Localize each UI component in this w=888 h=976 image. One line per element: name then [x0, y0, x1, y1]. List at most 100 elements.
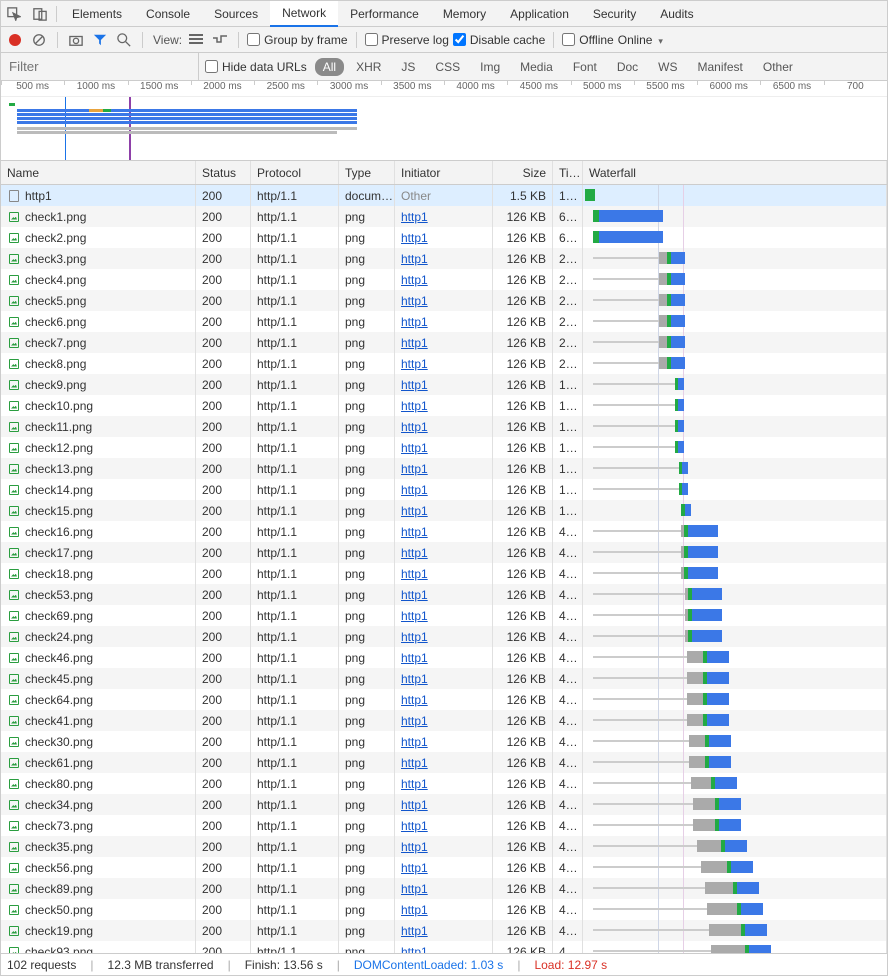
col-protocol[interactable]: Protocol: [251, 161, 339, 184]
table-row[interactable]: check7.png200http/1.1pnghttp1126 KB2…: [1, 332, 887, 353]
initiator[interactable]: http1: [401, 504, 428, 518]
initiator[interactable]: http1: [401, 735, 428, 749]
table-row[interactable]: check2.png200http/1.1pnghttp1126 KB6…: [1, 227, 887, 248]
col-time[interactable]: Ti…: [553, 161, 583, 184]
tab-memory[interactable]: Memory: [431, 1, 498, 27]
table-row[interactable]: check1.png200http/1.1pnghttp1126 KB6…: [1, 206, 887, 227]
initiator[interactable]: http1: [401, 483, 428, 497]
table-row[interactable]: check34.png200http/1.1pnghttp1126 KB4…: [1, 794, 887, 815]
table-row[interactable]: check15.png200http/1.1pnghttp1126 KB1…: [1, 500, 887, 521]
throttling-dropdown[interactable]: Online: [618, 33, 663, 47]
initiator[interactable]: http1: [401, 399, 428, 413]
timeline-overview[interactable]: 500 ms1000 ms1500 ms2000 ms2500 ms3000 m…: [1, 81, 887, 161]
initiator[interactable]: http1: [401, 651, 428, 665]
col-type[interactable]: Type: [339, 161, 395, 184]
group-by-frame-checkbox[interactable]: Group by frame: [247, 33, 347, 47]
table-row[interactable]: check8.png200http/1.1pnghttp1126 KB2…: [1, 353, 887, 374]
preserve-log-checkbox[interactable]: Preserve log: [365, 33, 449, 47]
table-row[interactable]: check10.png200http/1.1pnghttp1126 KB1…: [1, 395, 887, 416]
initiator[interactable]: http1: [401, 840, 428, 854]
table-row[interactable]: check24.png200http/1.1pnghttp1126 KB4…: [1, 626, 887, 647]
table-row[interactable]: check30.png200http/1.1pnghttp1126 KB4…: [1, 731, 887, 752]
tab-network[interactable]: Network: [270, 1, 338, 27]
initiator[interactable]: http1: [401, 294, 428, 308]
initiator[interactable]: http1: [401, 861, 428, 875]
table-row[interactable]: check53.png200http/1.1pnghttp1126 KB4…: [1, 584, 887, 605]
table-row[interactable]: check41.png200http/1.1pnghttp1126 KB4…: [1, 710, 887, 731]
initiator[interactable]: http1: [401, 714, 428, 728]
initiator[interactable]: http1: [401, 315, 428, 329]
tab-application[interactable]: Application: [498, 1, 581, 27]
filter-type-font[interactable]: Font: [565, 58, 605, 76]
tab-sources[interactable]: Sources: [202, 1, 270, 27]
initiator[interactable]: http1: [401, 903, 428, 917]
tab-audits[interactable]: Audits: [648, 1, 705, 27]
filter-type-ws[interactable]: WS: [650, 58, 685, 76]
table-row[interactable]: check93.png200http/1.1pnghttp1126 KB4…: [1, 941, 887, 953]
initiator[interactable]: http1: [401, 693, 428, 707]
tab-security[interactable]: Security: [581, 1, 648, 27]
table-row[interactable]: check12.png200http/1.1pnghttp1126 KB1…: [1, 437, 887, 458]
tab-elements[interactable]: Elements: [60, 1, 134, 27]
filter-input[interactable]: [1, 53, 199, 80]
table-row[interactable]: check46.png200http/1.1pnghttp1126 KB4…: [1, 647, 887, 668]
initiator[interactable]: http1: [401, 672, 428, 686]
initiator[interactable]: http1: [401, 336, 428, 350]
table-row[interactable]: check35.png200http/1.1pnghttp1126 KB4…: [1, 836, 887, 857]
filter-type-css[interactable]: CSS: [427, 58, 468, 76]
initiator[interactable]: http1: [401, 798, 428, 812]
table-row[interactable]: check73.png200http/1.1pnghttp1126 KB4…: [1, 815, 887, 836]
filter-type-manifest[interactable]: Manifest: [690, 58, 751, 76]
initiator[interactable]: http1: [401, 882, 428, 896]
initiator[interactable]: http1: [401, 273, 428, 287]
initiator[interactable]: http1: [401, 525, 428, 539]
initiator[interactable]: http1: [401, 441, 428, 455]
table-row[interactable]: check19.png200http/1.1pnghttp1126 KB4…: [1, 920, 887, 941]
disable-cache-checkbox[interactable]: Disable cache: [453, 33, 545, 47]
table-row[interactable]: check50.png200http/1.1pnghttp1126 KB4…: [1, 899, 887, 920]
initiator[interactable]: http1: [401, 756, 428, 770]
table-row[interactable]: check14.png200http/1.1pnghttp1126 KB1…: [1, 479, 887, 500]
table-row[interactable]: check16.png200http/1.1pnghttp1126 KB4…: [1, 521, 887, 542]
initiator[interactable]: http1: [401, 546, 428, 560]
initiator[interactable]: http1: [401, 924, 428, 938]
clear-button[interactable]: [29, 30, 49, 50]
table-row[interactable]: check5.png200http/1.1pnghttp1126 KB2…: [1, 290, 887, 311]
table-row[interactable]: check89.png200http/1.1pnghttp1126 KB4…: [1, 878, 887, 899]
initiator[interactable]: http1: [401, 588, 428, 602]
table-row[interactable]: check61.png200http/1.1pnghttp1126 KB4…: [1, 752, 887, 773]
col-initiator[interactable]: Initiator: [395, 161, 493, 184]
table-row[interactable]: check3.png200http/1.1pnghttp1126 KB2…: [1, 248, 887, 269]
col-status[interactable]: Status: [196, 161, 251, 184]
hide-data-urls-checkbox[interactable]: Hide data URLs: [205, 60, 307, 74]
initiator[interactable]: http1: [401, 462, 428, 476]
initiator[interactable]: http1: [401, 231, 428, 245]
overview-icon[interactable]: [210, 30, 230, 50]
initiator[interactable]: http1: [401, 567, 428, 581]
initiator[interactable]: http1: [401, 210, 428, 224]
initiator[interactable]: http1: [401, 252, 428, 266]
filter-type-other[interactable]: Other: [755, 58, 801, 76]
filter-type-js[interactable]: JS: [393, 58, 423, 76]
table-row[interactable]: check64.png200http/1.1pnghttp1126 KB4…: [1, 689, 887, 710]
filter-type-doc[interactable]: Doc: [609, 58, 646, 76]
table-row[interactable]: check69.png200http/1.1pnghttp1126 KB4…: [1, 605, 887, 626]
table-row[interactable]: http1200http/1.1docum…Other1.5 KB1…: [1, 185, 887, 206]
initiator[interactable]: http1: [401, 357, 428, 371]
filter-toggle-icon[interactable]: [90, 30, 110, 50]
device-toolbar-icon[interactable]: [27, 1, 53, 27]
tab-performance[interactable]: Performance: [338, 1, 431, 27]
large-rows-icon[interactable]: [186, 30, 206, 50]
filter-type-img[interactable]: Img: [472, 58, 508, 76]
filter-type-xhr[interactable]: XHR: [348, 58, 389, 76]
initiator[interactable]: http1: [401, 420, 428, 434]
table-row[interactable]: check9.png200http/1.1pnghttp1126 KB1…: [1, 374, 887, 395]
table-row[interactable]: check17.png200http/1.1pnghttp1126 KB4…: [1, 542, 887, 563]
inspect-element-icon[interactable]: [1, 1, 27, 27]
col-waterfall[interactable]: Waterfall: [583, 161, 887, 184]
initiator[interactable]: http1: [401, 819, 428, 833]
filter-type-media[interactable]: Media: [512, 58, 561, 76]
table-row[interactable]: check13.png200http/1.1pnghttp1126 KB1…: [1, 458, 887, 479]
search-icon[interactable]: [114, 30, 134, 50]
table-row[interactable]: check18.png200http/1.1pnghttp1126 KB4…: [1, 563, 887, 584]
